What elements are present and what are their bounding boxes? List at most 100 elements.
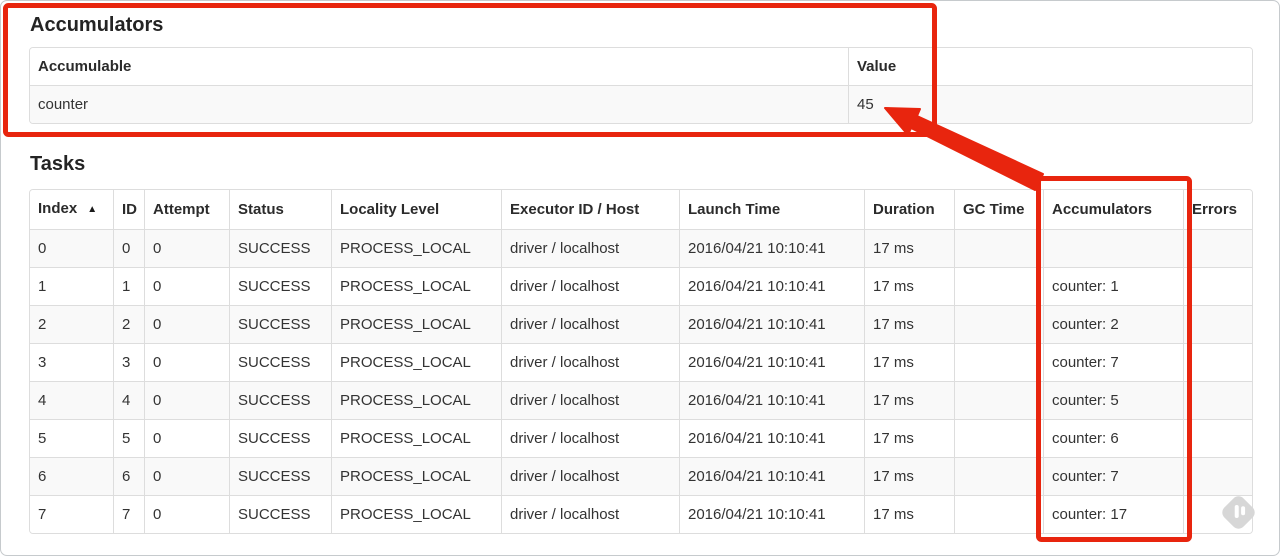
column-header-accumulators[interactable]: Accumulators: [1043, 190, 1183, 229]
column-header-errors[interactable]: Errors: [1183, 190, 1252, 229]
cell-launch-time: 2016/04/21 10:10:41: [679, 305, 864, 343]
cell-duration: 17 ms: [864, 229, 954, 267]
task-row: 6 6 0 SUCCESS PROCESS_LOCAL driver / loc…: [30, 457, 1252, 495]
cell-attempt: 0: [144, 381, 229, 419]
sort-ascending-icon: ▲: [87, 204, 98, 215]
cell-id: 0: [113, 229, 144, 267]
cell-id: 1: [113, 267, 144, 305]
cell-index: 5: [30, 419, 113, 457]
cell-accumulators: counter: 7: [1043, 343, 1183, 381]
task-row: 3 3 0 SUCCESS PROCESS_LOCAL driver / loc…: [30, 343, 1252, 381]
cell-status: SUCCESS: [229, 305, 331, 343]
cell-accumulators: counter: 6: [1043, 419, 1183, 457]
cell-accumulators: counter: 5: [1043, 381, 1183, 419]
cell-errors: [1183, 457, 1252, 495]
cell-id: 6: [113, 457, 144, 495]
cell-status: SUCCESS: [229, 381, 331, 419]
cell-executor-host: driver / localhost: [501, 495, 679, 533]
cell-attempt: 0: [144, 267, 229, 305]
task-row: 2 2 0 SUCCESS PROCESS_LOCAL driver / loc…: [30, 305, 1252, 343]
cell-locality-level: PROCESS_LOCAL: [331, 381, 501, 419]
column-header-status[interactable]: Status: [229, 190, 331, 229]
accumulators-section-title: Accumulators: [30, 14, 164, 36]
task-row: 7 7 0 SUCCESS PROCESS_LOCAL driver / loc…: [30, 495, 1252, 533]
accumulable-row: counter 45: [30, 85, 1252, 123]
cell-accumulators: counter: 1: [1043, 267, 1183, 305]
cell-attempt: 0: [144, 419, 229, 457]
cell-duration: 17 ms: [864, 305, 954, 343]
cell-accumulators: counter: 7: [1043, 457, 1183, 495]
cell-locality-level: PROCESS_LOCAL: [331, 457, 501, 495]
cell-launch-time: 2016/04/21 10:10:41: [679, 343, 864, 381]
cell-locality-level: PROCESS_LOCAL: [331, 343, 501, 381]
cell-launch-time: 2016/04/21 10:10:41: [679, 381, 864, 419]
column-header-locality-level[interactable]: Locality Level: [331, 190, 501, 229]
cell-accumulators: counter: 2: [1043, 305, 1183, 343]
cell-launch-time: 2016/04/21 10:10:41: [679, 495, 864, 533]
watermark-bar: [1241, 506, 1246, 516]
cell-locality-level: PROCESS_LOCAL: [331, 495, 501, 533]
column-header-accumulable[interactable]: Accumulable: [30, 48, 848, 85]
task-row: 0 0 0 SUCCESS PROCESS_LOCAL driver / loc…: [30, 229, 1252, 267]
column-header-index[interactable]: Index ▲: [30, 190, 113, 229]
cell-duration: 17 ms: [864, 457, 954, 495]
column-header-attempt[interactable]: Attempt: [144, 190, 229, 229]
cell-id: 7: [113, 495, 144, 533]
column-header-gc-time[interactable]: GC Time: [954, 190, 1043, 229]
column-header-value[interactable]: Value: [848, 48, 1252, 85]
cell-duration: 17 ms: [864, 381, 954, 419]
cell-gc-time: [954, 457, 1043, 495]
cell-launch-time: 2016/04/21 10:10:41: [679, 457, 864, 495]
column-header-duration[interactable]: Duration: [864, 190, 954, 229]
cell-gc-time: [954, 495, 1043, 533]
cell-accumulators: [1043, 229, 1183, 267]
cell-attempt: 0: [144, 229, 229, 267]
cell-launch-time: 2016/04/21 10:10:41: [679, 267, 864, 305]
column-header-launch-time[interactable]: Launch Time: [679, 190, 864, 229]
cell-executor-host: driver / localhost: [501, 419, 679, 457]
cell-gc-time: [954, 305, 1043, 343]
cell-launch-time: 2016/04/21 10:10:41: [679, 419, 864, 457]
cell-duration: 17 ms: [864, 419, 954, 457]
cell-locality-level: PROCESS_LOCAL: [331, 419, 501, 457]
cell-gc-time: [954, 267, 1043, 305]
column-header-id[interactable]: ID: [113, 190, 144, 229]
cell-errors: [1183, 305, 1252, 343]
cell-executor-host: driver / localhost: [501, 457, 679, 495]
tasks-table: Index ▲ ID Attempt Status Locality Level …: [29, 189, 1253, 534]
cell-executor-host: driver / localhost: [501, 381, 679, 419]
cell-errors: [1183, 229, 1252, 267]
cell-attempt: 0: [144, 305, 229, 343]
cell-executor-host: driver / localhost: [501, 229, 679, 267]
cell-id: 5: [113, 419, 144, 457]
cell-status: SUCCESS: [229, 457, 331, 495]
cell-id: 3: [113, 343, 144, 381]
cell-errors: [1183, 267, 1252, 305]
cell-status: SUCCESS: [229, 267, 331, 305]
accumulators-header-row: Accumulable Value: [30, 48, 1252, 85]
cell-index: 6: [30, 457, 113, 495]
cell-locality-level: PROCESS_LOCAL: [331, 267, 501, 305]
column-header-executor-host[interactable]: Executor ID / Host: [501, 190, 679, 229]
cell-status: SUCCESS: [229, 229, 331, 267]
cell-index: 3: [30, 343, 113, 381]
tasks-section-title: Tasks: [30, 153, 86, 175]
cell-executor-host: driver / localhost: [501, 267, 679, 305]
cell-index: 7: [30, 495, 113, 533]
cell-index: 2: [30, 305, 113, 343]
cell-attempt: 0: [144, 343, 229, 381]
cell-executor-host: driver / localhost: [501, 343, 679, 381]
cell-executor-host: driver / localhost: [501, 305, 679, 343]
cell-duration: 17 ms: [864, 267, 954, 305]
cell-errors: [1183, 343, 1252, 381]
cell-attempt: 0: [144, 457, 229, 495]
cell-accumulable-value: 45: [848, 85, 1252, 123]
cell-launch-time: 2016/04/21 10:10:41: [679, 229, 864, 267]
task-row: 5 5 0 SUCCESS PROCESS_LOCAL driver / loc…: [30, 419, 1252, 457]
cell-id: 2: [113, 305, 144, 343]
cell-status: SUCCESS: [229, 419, 331, 457]
cell-accumulators: counter: 17: [1043, 495, 1183, 533]
watermark-bar: [1234, 504, 1239, 518]
spark-stage-page: Accumulators Accumulable Value counter 4…: [0, 0, 1280, 556]
cell-locality-level: PROCESS_LOCAL: [331, 229, 501, 267]
